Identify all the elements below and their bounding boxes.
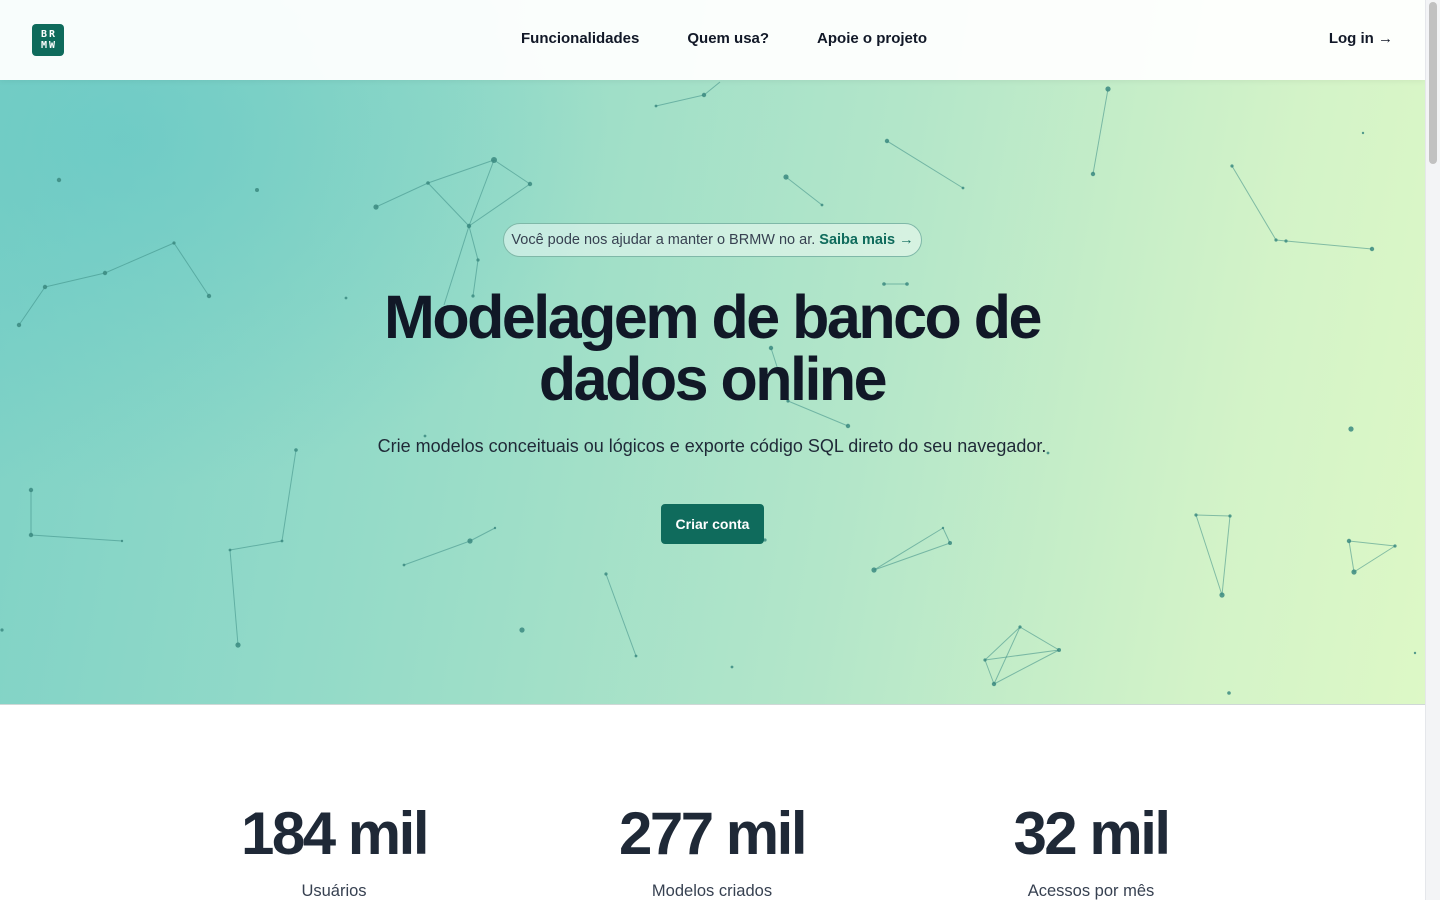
stat-label: Modelos criados	[651, 882, 773, 900]
stat-value: 32 mil	[1013, 800, 1171, 867]
top-navbar: BR MW Funcionalidades Quem usa? Apoie o …	[0, 0, 1425, 80]
stat-value: 277 mil	[619, 800, 807, 867]
login-link[interactable]: Log in →	[1329, 30, 1393, 47]
hero-title: Modelagem de banco de dados online	[384, 283, 1042, 413]
vertical-scrollbar[interactable]	[1425, 0, 1440, 900]
scrollbar-thumb[interactable]	[1429, 2, 1437, 164]
stat-monthly-visits: 32 mil Acessos por mês	[901, 795, 1281, 900]
nav-link-who-uses[interactable]: Quem usa?	[687, 30, 769, 47]
hero-subtitle: Crie modelos conceituais ou lógicos e ex…	[377, 436, 1047, 456]
nav-link-features[interactable]: Funcionalidades	[521, 30, 639, 47]
stats-section: 184 mil Usuários 277 mil Modelos criados…	[0, 705, 1425, 900]
stat-users: 184 mil Usuários	[144, 795, 524, 900]
hero-section: Você pode nos ajudar a manter o BRMW no …	[0, 0, 1425, 705]
stat-value: 184 mil	[241, 800, 429, 867]
logo-line-1: BR	[40, 29, 58, 40]
stat-label: Usuários	[301, 882, 367, 900]
brmw-logo[interactable]: BR MW	[32, 24, 64, 56]
logo-line-2: MW	[40, 40, 58, 51]
support-banner: Você pode nos ajudar a manter o BRMW no …	[503, 223, 922, 257]
nav-link-support-project[interactable]: Apoie o projeto	[817, 30, 927, 47]
stat-models-created: 277 mil Modelos criados	[522, 795, 902, 900]
create-account-button[interactable]: Criar conta	[661, 504, 764, 544]
support-banner-text: Você pode nos ajudar a manter o BRMW no …	[511, 232, 816, 248]
page: Você pode nos ajudar a manter o BRMW no …	[0, 0, 1425, 900]
main-nav: Funcionalidades Quem usa? Apoie o projet…	[521, 30, 927, 47]
stat-label: Acessos por mês	[1027, 882, 1155, 900]
learn-more-link[interactable]: Saiba mais →	[819, 232, 913, 248]
